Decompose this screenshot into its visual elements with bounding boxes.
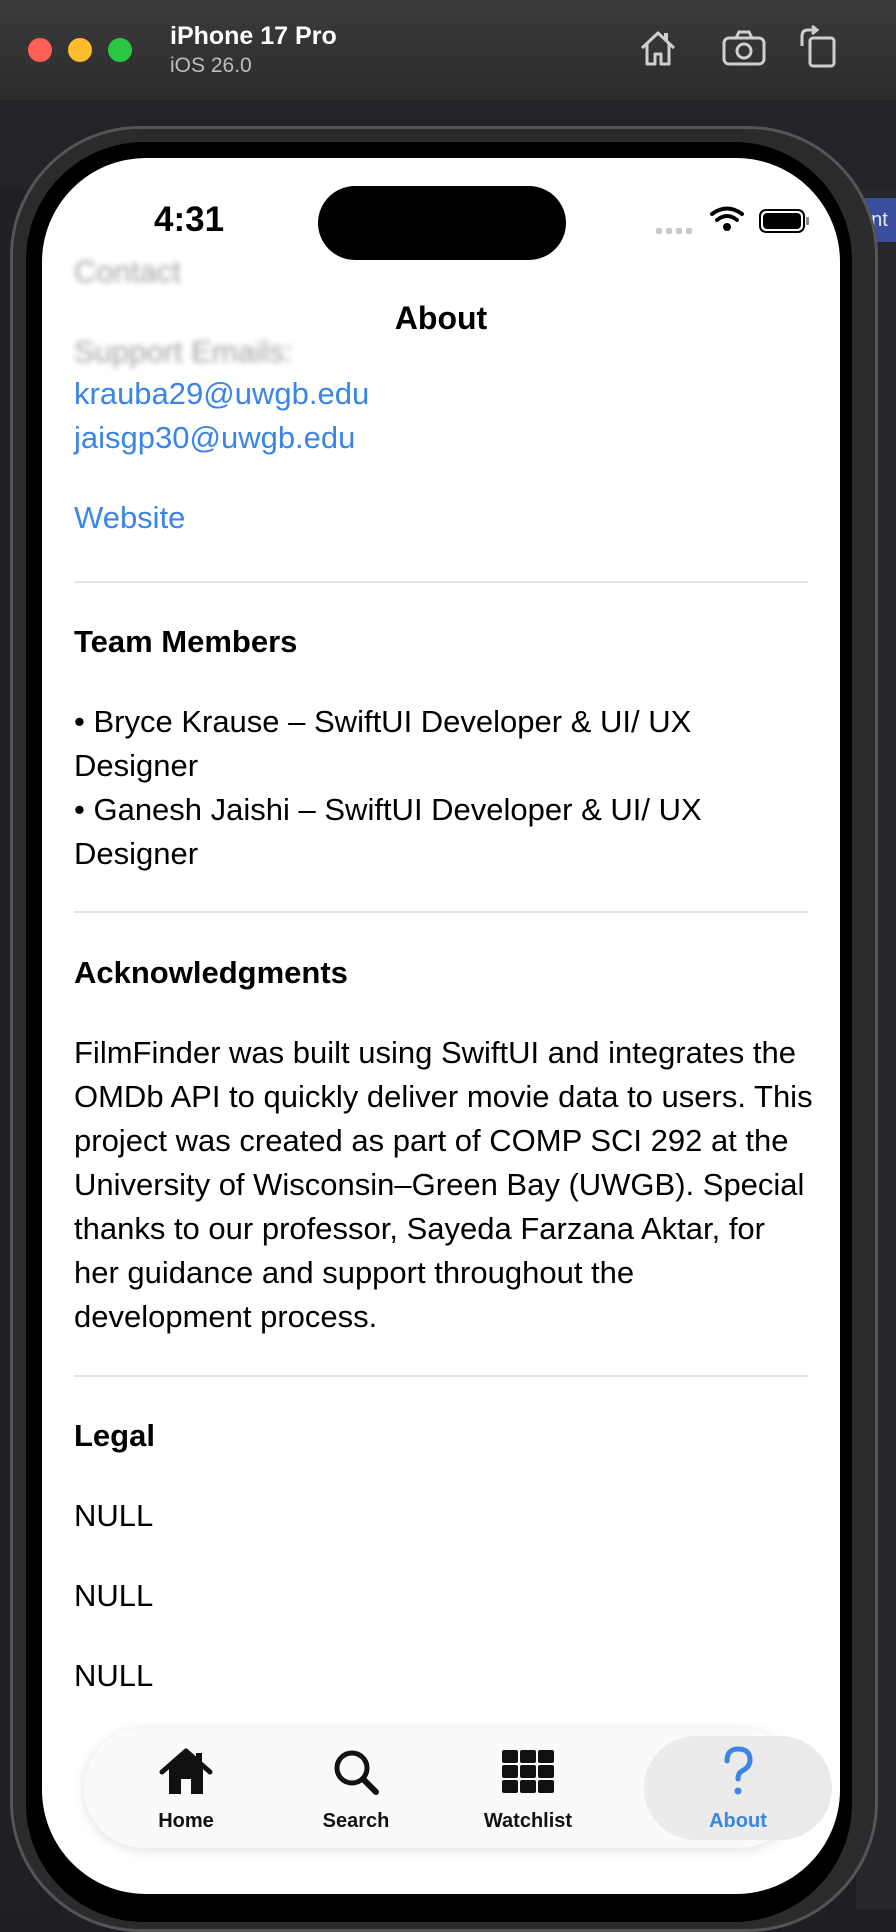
team-member-item: • Bryce Krause – SwiftUI Developer & UI/… — [74, 704, 692, 783]
status-indicators — [656, 206, 809, 234]
dynamic-island — [318, 186, 566, 260]
acknowledgments-text: FilmFinder was built using SwiftUI and i… — [74, 1035, 813, 1334]
magnifying-glass-icon — [334, 1750, 379, 1795]
status-time: 4:31 — [154, 200, 225, 239]
screenshot-camera-icon[interactable] — [720, 24, 768, 72]
cellular-signal-icon — [656, 228, 692, 234]
simulator-os-version: iOS 26.0 — [170, 54, 252, 77]
tab-home[interactable]: Home — [111, 1728, 261, 1848]
close-window-button[interactable] — [28, 38, 52, 62]
zoom-window-button[interactable] — [108, 38, 132, 62]
section-divider — [74, 911, 808, 913]
wifi-icon — [710, 206, 744, 231]
contact-section-label: Contact — [74, 254, 181, 289]
website-link[interactable]: Website — [74, 500, 185, 536]
team-members-heading: Team Members — [74, 624, 298, 659]
tab-label: Home — [158, 1810, 214, 1832]
phone-screen: 4:31 Contact About Support Emails: kraub… — [42, 158, 840, 1894]
tab-bar: Home Search Watchlist About — [84, 1728, 832, 1848]
house-icon — [159, 1748, 213, 1794]
question-mark-icon — [724, 1746, 753, 1795]
email-link-2[interactable]: jaisgp30@uwgb.edu — [74, 420, 355, 456]
legal-item: NULL — [74, 1498, 154, 1533]
tab-about[interactable]: About — [663, 1728, 813, 1848]
home-icon[interactable] — [634, 24, 682, 72]
acknowledgments-heading: Acknowledgments — [74, 955, 348, 990]
simulator-title-bar: iPhone 17 Pro iOS 26.0 — [0, 0, 896, 101]
legal-item: NULL — [74, 1578, 154, 1613]
support-emails-label: Support Emails: — [74, 334, 293, 369]
minimize-window-button[interactable] — [68, 38, 92, 62]
rotate-device-icon[interactable] — [796, 24, 844, 72]
tab-label: About — [709, 1810, 767, 1832]
section-divider — [74, 1375, 808, 1377]
tab-search[interactable]: Search — [281, 1728, 431, 1848]
tab-watchlist[interactable]: Watchlist — [453, 1728, 603, 1848]
team-member-item: • Ganesh Jaishi – SwiftUI Developer & UI… — [74, 792, 702, 871]
page-title: About — [394, 300, 488, 336]
section-divider — [74, 581, 808, 583]
grid-icon — [502, 1750, 554, 1793]
tab-label: Watchlist — [483, 1810, 573, 1832]
simulator-device-name: iPhone 17 Pro — [170, 22, 337, 50]
legal-heading: Legal — [74, 1418, 155, 1453]
legal-item: NULL — [74, 1658, 154, 1693]
tab-label: Search — [322, 1810, 390, 1832]
email-link-1[interactable]: krauba29@uwgb.edu — [74, 376, 369, 412]
battery-icon — [759, 209, 809, 233]
